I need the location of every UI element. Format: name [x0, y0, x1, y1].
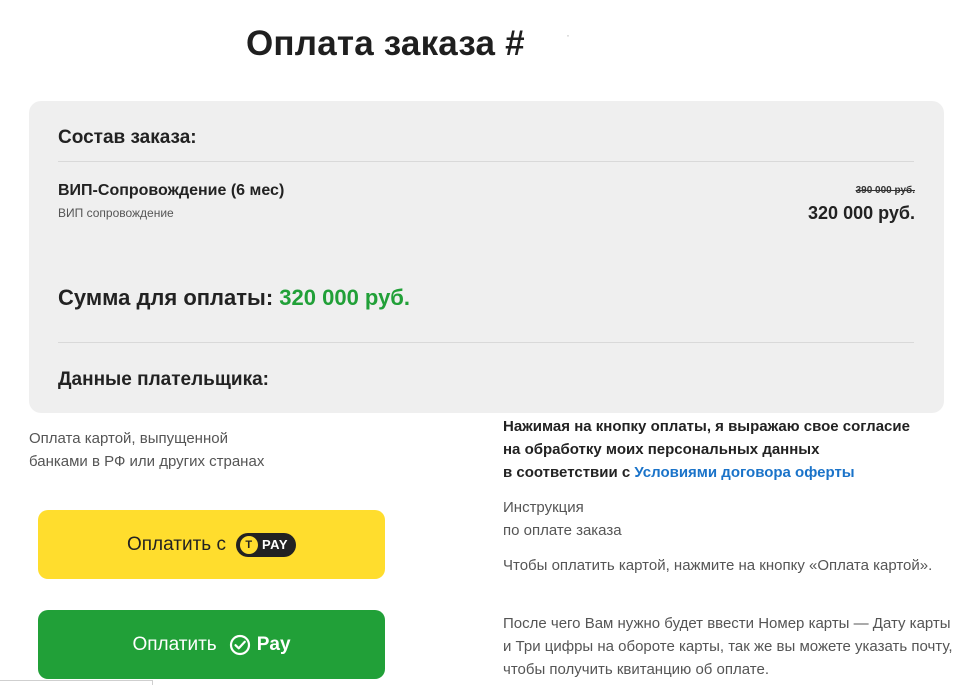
consent-prefix: в соответствии с — [503, 464, 631, 481]
consent-line: на обработку моих персональных данных — [503, 441, 820, 458]
instructions-paragraph: После чего Вам нужно будет ввести Номер … — [503, 615, 953, 678]
instructions-title: Инструкция по оплате заказа — [503, 496, 953, 542]
tpay-shield-icon: T — [239, 535, 258, 554]
payer-data-heading: Данные плательщика: — [58, 369, 269, 390]
order-item-price: 320 000 руб. — [808, 203, 915, 223]
order-item-subtitle: ВИП сопровождение — [58, 206, 174, 220]
offer-terms-link[interactable]: Условиями договора оферты — [634, 464, 854, 481]
order-composition-heading: Состав заказа: — [58, 127, 197, 148]
consent-text: Нажимая на кнопку оплаты, я выражаю свое… — [503, 415, 953, 484]
sberpay-check-icon — [229, 634, 251, 656]
page-title: Оплата заказа # — [246, 24, 525, 63]
card-note-line: банками в РФ или других странах — [29, 453, 265, 470]
tpay-logo-icon: T PAY — [235, 532, 297, 557]
instructions-paragraph: Чтобы оплатить картой, нажмите на кнопку… — [503, 557, 933, 574]
order-summary-card: Состав заказа: ВИП-Сопровождение (6 мес)… — [29, 101, 944, 413]
card-note-line: Оплата картой, выпущенной — [29, 430, 228, 447]
sberpay-brand-text: Pay — [256, 633, 291, 655]
sberpay-button-label: Оплатить — [132, 633, 217, 655]
order-item-name: ВИП-Сопровождение (6 мес) — [58, 182, 285, 199]
divider — [58, 342, 914, 343]
divider — [58, 161, 914, 162]
consent-line: Нажимая на кнопку оплаты, я выражаю свое… — [503, 418, 910, 435]
order-number-fragment: · — [566, 28, 570, 42]
total-value: 320 000 руб. — [279, 285, 411, 310]
consent-line: в соответствии с Условиями договора офер… — [503, 461, 953, 484]
pay-with-tpay-button[interactable]: Оплатить с T PAY — [38, 510, 385, 579]
tpay-button-label: Оплатить с — [126, 533, 226, 555]
tpay-badge-text: PAY — [261, 537, 289, 552]
total-row: Сумма для оплаты: 320 000 руб. — [58, 285, 410, 311]
pay-with-sberpay-button[interactable]: Оплатить Pay — [38, 610, 385, 679]
instructions-title-line: по оплате заказа — [503, 522, 622, 539]
total-label: Сумма для оплаты: — [58, 285, 274, 310]
instructions-title-line: Инструкция — [503, 499, 584, 516]
order-item-old-price: 390 000 руб. — [855, 185, 915, 196]
cropped-element-edge — [0, 680, 153, 685]
card-payment-note: Оплата картой, выпущенной банками в РФ и… — [29, 427, 349, 473]
